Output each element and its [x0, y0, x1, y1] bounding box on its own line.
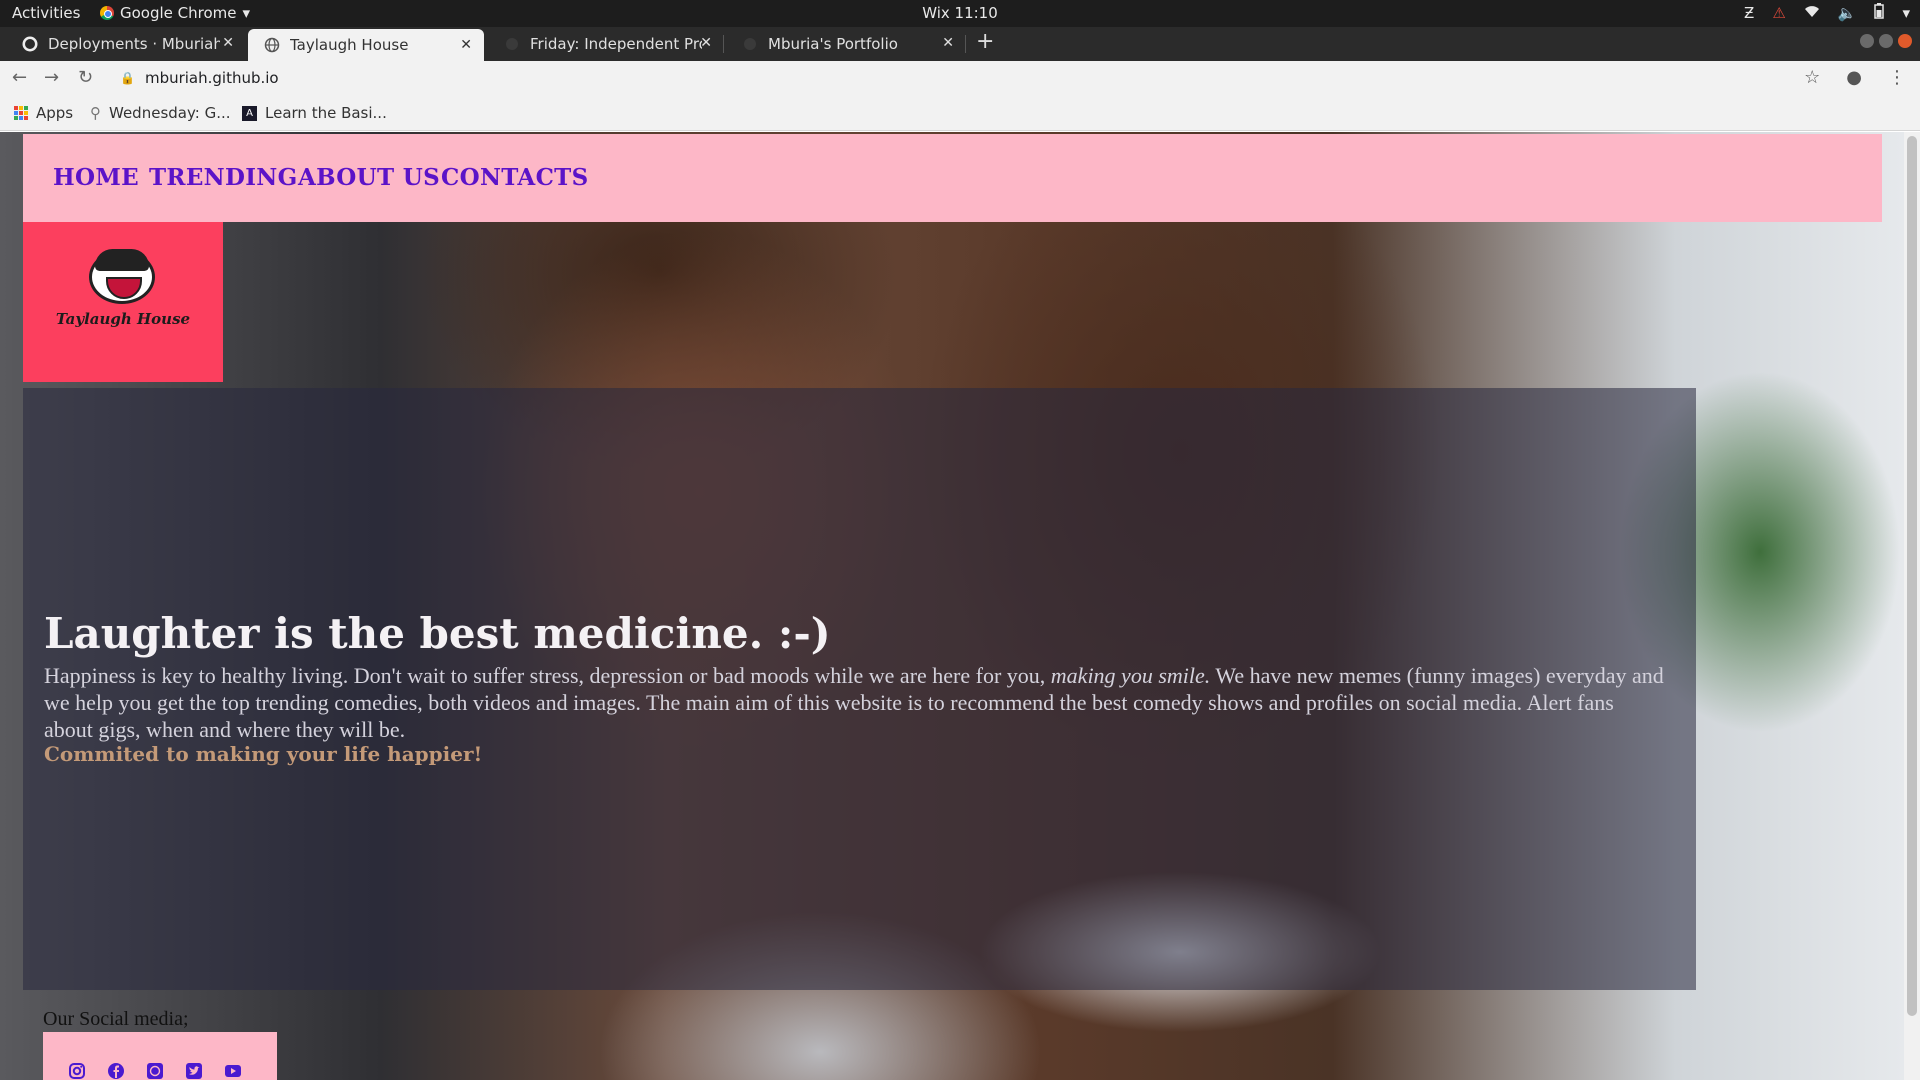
globe-icon [264, 37, 280, 53]
apps-grid-icon [14, 106, 28, 120]
bookmark-label: Learn the Basi... [265, 104, 387, 122]
facebook-icon[interactable] [107, 1062, 125, 1080]
maximize-button[interactable] [1879, 34, 1893, 48]
close-tab-icon[interactable]: ✕ [942, 35, 954, 51]
zotero-icon[interactable]: Ƶ [1744, 4, 1754, 22]
intro-paragraph: Happiness is key to healthy living. Don'… [44, 662, 1664, 743]
site-logo[interactable]: Taylaugh House [23, 222, 223, 382]
paragraph-emphasis: making you smile. [1050, 663, 1211, 688]
twitter-icon[interactable] [185, 1062, 203, 1080]
system-menu-chevron-icon[interactable]: ▾ [1902, 4, 1910, 22]
page-icon [742, 36, 758, 52]
social-media-label: Our Social media; [43, 1008, 189, 1030]
nav-contacts-link[interactable]: CONTACTS [441, 164, 589, 191]
clock[interactable]: Wix 11:10 [0, 4, 1920, 22]
bookmark-wednesday[interactable]: ⚲ Wednesday: G... [90, 104, 231, 122]
back-arrow-icon[interactable]: ← [12, 67, 27, 88]
profile-icon[interactable]: ● [1846, 67, 1862, 88]
github-icon [22, 36, 38, 52]
warning-icon[interactable]: ⚠ [1772, 4, 1785, 22]
reload-icon[interactable]: ↻ [78, 67, 93, 88]
address-bar[interactable]: 🔒 mburiah.github.io [120, 69, 279, 87]
bookmark-label: Apps [36, 104, 74, 122]
tab-title: Taylaugh House [290, 36, 409, 54]
tab-mburias-portfolio[interactable]: Mburia's Portfolio ✕ [726, 27, 966, 61]
tab-deployments[interactable]: Deployments · Mburiah/m ✕ [6, 27, 246, 61]
url-text[interactable]: mburiah.github.io [145, 69, 279, 87]
pin-icon: ⚲ [90, 104, 101, 122]
close-tab-icon[interactable]: ✕ [700, 35, 712, 51]
window-controls [1860, 34, 1912, 48]
system-top-bar: Activities Google Chrome ▾ Wix 11:10 Ƶ ⚠… [0, 0, 1920, 27]
tab-title: Friday: Independent Proje [530, 35, 702, 53]
nav-about-us-link[interactable]: ABOUT US [298, 164, 440, 191]
new-tab-button[interactable]: + [976, 29, 994, 54]
page-viewport: HOME TRENDING ABOUT US CONTACTS Taylaugh… [0, 132, 1920, 1080]
close-tab-icon[interactable]: ✕ [222, 35, 234, 51]
nav-trending-link[interactable]: TRENDING [149, 164, 298, 191]
browser-toolbar: ← → ↻ 🔒 mburiah.github.io ☆ ● ⋮ [0, 61, 1920, 95]
scrollbar-thumb[interactable] [1907, 136, 1917, 1016]
bookmarks-bar: Apps ⚲ Wednesday: G... A Learn the Basi.… [0, 95, 1920, 131]
volume-icon[interactable]: 🔈 [1838, 4, 1857, 22]
bookmark-apps[interactable]: Apps [14, 104, 73, 122]
tab-separator [723, 35, 724, 53]
minimize-button[interactable] [1860, 34, 1874, 48]
menu-dots-icon[interactable]: ⋮ [1888, 67, 1906, 88]
logo-text: Taylaugh House [55, 310, 191, 328]
close-tab-icon[interactable]: ✕ [460, 37, 472, 53]
whatsapp-icon[interactable] [146, 1062, 164, 1080]
page-icon [504, 36, 520, 52]
bookmark-label: Wednesday: G... [109, 104, 231, 122]
paragraph-text: Happiness is key to healthy living. Don'… [44, 663, 1051, 688]
laughing-face-icon [89, 249, 155, 304]
social-icons-box [43, 1032, 277, 1080]
system-tray[interactable]: Ƶ ⚠ 🔈 ▾ [1744, 3, 1910, 23]
close-window-button[interactable] [1898, 34, 1912, 48]
tab-friday-project[interactable]: Friday: Independent Proje ✕ [488, 27, 724, 61]
toolbar-actions: ☆ ● ⋮ [1804, 67, 1906, 88]
forward-arrow-icon[interactable]: → [44, 67, 59, 88]
tab-title: Deployments · Mburiah/m [48, 35, 220, 53]
tagline: Commited to making your life happier! [44, 742, 483, 766]
site-favicon-icon: A [242, 105, 257, 121]
tab-strip: Deployments · Mburiah/m ✕ Taylaugh House… [0, 27, 1920, 61]
youtube-icon[interactable] [224, 1062, 242, 1080]
tab-separator [965, 35, 966, 53]
page-headline: Laughter is the best medicine. :-) [44, 609, 831, 658]
site-navigation: HOME TRENDING ABOUT US CONTACTS [23, 134, 1882, 222]
bookmark-star-icon[interactable]: ☆ [1804, 67, 1820, 88]
tab-taylaugh-house[interactable]: Taylaugh House ✕ [248, 29, 484, 61]
instagram-icon[interactable] [68, 1062, 86, 1080]
wifi-icon[interactable] [1804, 4, 1820, 22]
page-scrollbar[interactable] [1904, 132, 1920, 1080]
battery-icon[interactable] [1874, 3, 1885, 23]
lock-icon[interactable]: 🔒 [120, 71, 135, 85]
nav-home-link[interactable]: HOME [53, 164, 139, 191]
tab-title: Mburia's Portfolio [768, 35, 898, 53]
bookmark-learn-basics[interactable]: A Learn the Basi... [242, 104, 387, 122]
